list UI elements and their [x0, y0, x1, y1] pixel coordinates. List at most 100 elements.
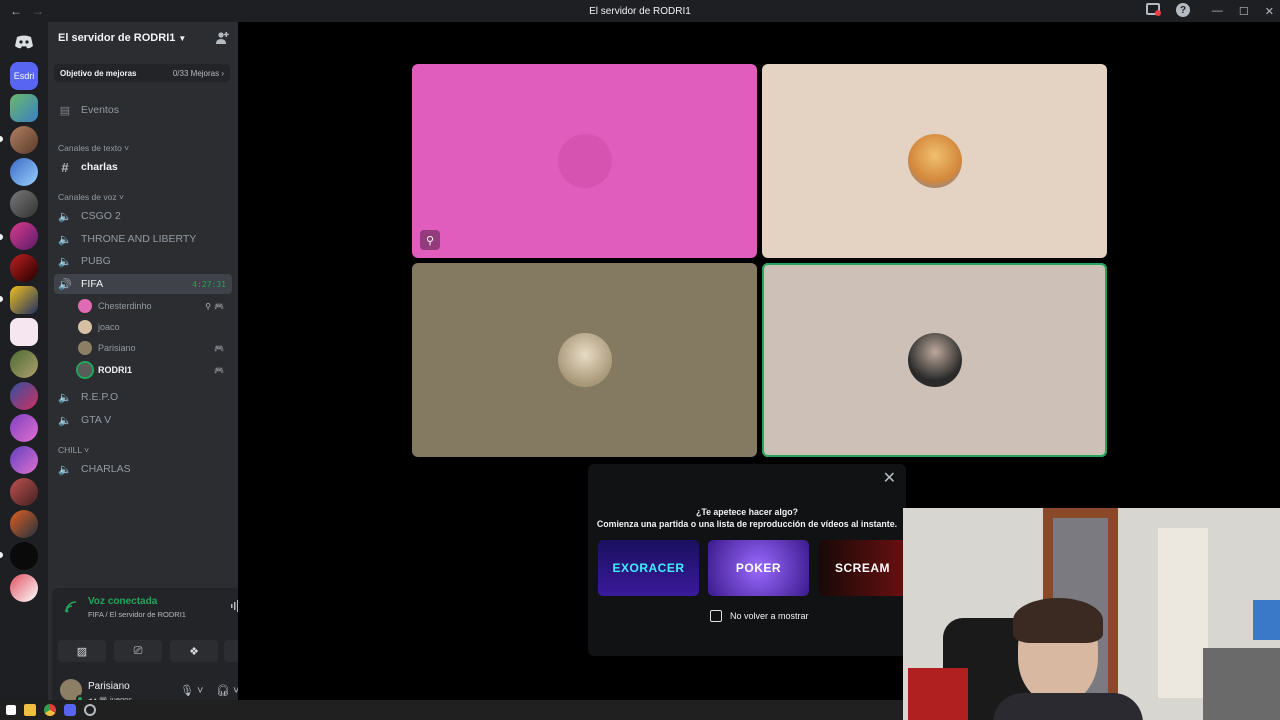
boost-count: 0/33 Mejoras ›: [172, 68, 224, 78]
server-rail: Esdri: [0, 22, 48, 700]
voice-channel-csgo[interactable]: 🔈 CSGO 2: [54, 206, 232, 226]
server-icon[interactable]: [10, 510, 38, 538]
server-icon[interactable]: [10, 158, 38, 186]
voice-channel-repo[interactable]: 🔈 R.E.P.O: [54, 387, 232, 407]
voice-member[interactable]: Chesterdinho ⚲ 🎮: [78, 297, 228, 315]
controller-icon: 🎮: [214, 365, 224, 375]
controller-icon: 🎮: [214, 343, 224, 353]
server-icon[interactable]: [10, 318, 38, 346]
voice-timer: 4:27:31: [192, 279, 226, 289]
server-icon[interactable]: [10, 574, 38, 602]
forward-arrow-icon[interactable]: →: [32, 4, 44, 18]
voice-channel-gta[interactable]: 🔈 GTA V: [54, 410, 232, 430]
unread-pill: [0, 234, 3, 240]
username[interactable]: Parisiano: [88, 681, 130, 692]
dont-show-again[interactable]: No volver a mostrar: [710, 610, 809, 622]
webcam-overlay: [903, 508, 1280, 720]
activities-button[interactable]: ❖: [170, 640, 218, 662]
add-user-icon[interactable]: [215, 31, 229, 45]
monitor: [1253, 600, 1280, 640]
person-body: [993, 693, 1143, 720]
camera-off-icon: ▨: [76, 645, 88, 658]
participant-tile-rodri1[interactable]: [762, 263, 1107, 457]
game-card-scream[interactable]: SCREAM: [819, 540, 906, 596]
camera-off-button[interactable]: ▨: [58, 640, 106, 662]
server-icon[interactable]: [10, 350, 38, 378]
share-screen-button[interactable]: ⎚: [114, 640, 162, 662]
controller-icon: 🎮: [214, 301, 224, 311]
hallway: [1158, 528, 1208, 698]
voice-channel-charlas[interactable]: 🔈 CHARLAS: [54, 459, 232, 479]
participant-tile-chesterdinho[interactable]: ⚲: [412, 64, 757, 258]
discord-taskbar-icon[interactable]: [64, 704, 76, 716]
hash-icon: #: [61, 159, 69, 175]
calendar-icon: ▤: [59, 104, 71, 117]
channel-charlas[interactable]: # charlas: [54, 157, 232, 177]
app-taskbar-icon[interactable]: [84, 704, 96, 716]
avatar: [907, 333, 962, 387]
voice-channel-fifa[interactable]: 🔊 FIFA 4:27:31: [54, 274, 232, 294]
boost-goal-label: Objetivo de mejoras: [60, 68, 137, 78]
activity-suggestion-panel: ✕ ¿Te apetece hacer algo? Comienza una p…: [588, 464, 906, 656]
voice-member[interactable]: Parisiano 🎮: [78, 339, 228, 357]
close-icon[interactable]: ✕: [883, 468, 896, 488]
discord-home-icon[interactable]: [10, 28, 38, 56]
server-icon[interactable]: [10, 478, 38, 506]
minimize-button[interactable]: —: [1212, 5, 1223, 17]
mic-icon[interactable]: 🎙︎ ˅: [180, 684, 203, 697]
signal-icon[interactable]: [64, 600, 78, 614]
category-text-channels[interactable]: Canales de texto ˅: [58, 143, 129, 153]
voice-channel-throne[interactable]: 🔈 THRONE AND LIBERTY: [54, 229, 232, 249]
member-status-icons: 🎮: [214, 344, 224, 353]
share-screen-icon: ⎚: [133, 644, 143, 657]
activity-question: ¿Te apetece hacer algo?: [695, 507, 798, 517]
back-arrow-icon[interactable]: ←: [10, 4, 22, 18]
events-item[interactable]: ▤ Eventos: [54, 100, 232, 120]
file-explorer-icon[interactable]: [24, 704, 36, 716]
activities-icon: ❖: [189, 645, 199, 658]
start-icon[interactable]: [6, 705, 16, 715]
participant-tile-parisiano[interactable]: [412, 263, 757, 457]
server-icon[interactable]: [10, 542, 38, 570]
help-icon[interactable]: ?: [1176, 3, 1190, 17]
voice-status[interactable]: Voz conectada: [88, 596, 157, 607]
server-icon[interactable]: [10, 190, 38, 218]
server-icon[interactable]: [10, 446, 38, 474]
speaker-icon: 🔈: [58, 391, 72, 404]
desk: [1203, 648, 1280, 720]
stream-icon: ⚲: [205, 301, 212, 311]
server-name: El servidor de RODRI1: [58, 32, 176, 44]
boost-goal-bar[interactable]: Objetivo de mejoras 0/33 Mejoras ›: [54, 64, 230, 82]
game-card-exoracer[interactable]: EXORACER: [598, 540, 699, 596]
avatar: [78, 341, 92, 355]
speaker-active-icon: 🔊: [58, 278, 72, 291]
chrome-icon[interactable]: [44, 704, 56, 716]
checkbox[interactable]: [710, 610, 722, 622]
game-card-poker[interactable]: POKER: [708, 540, 809, 596]
server-icon[interactable]: [10, 126, 38, 154]
voice-channel-pubg[interactable]: 🔈 PUBG: [54, 251, 232, 271]
server-icon[interactable]: [10, 382, 38, 410]
maximize-button[interactable]: ☐: [1239, 5, 1249, 18]
server-icon[interactable]: [10, 414, 38, 442]
avatar: [76, 361, 94, 379]
server-icon[interactable]: [10, 222, 38, 250]
window-controls: — ☐ ✕: [1212, 0, 1274, 22]
voice-member[interactable]: joaco: [78, 318, 228, 336]
inbox-monitor-icon[interactable]: [1146, 3, 1161, 16]
server-icon[interactable]: [10, 286, 38, 314]
person-hair: [1013, 598, 1103, 643]
server-icon[interactable]: [10, 254, 38, 282]
activity-description: Comienza una partida o una lista de repr…: [596, 519, 898, 529]
participant-tile-joaco[interactable]: [762, 64, 1107, 258]
speaker-icon: 🔈: [58, 414, 72, 427]
server-name-header[interactable]: El servidor de RODRI1 ▼: [48, 22, 238, 54]
voice-member[interactable]: RODRI1 🎮: [76, 361, 228, 379]
close-window-button[interactable]: ✕: [1265, 5, 1274, 18]
category-voice-channels[interactable]: Canales de voz ˅: [58, 192, 124, 202]
server-icon[interactable]: [10, 94, 38, 122]
category-chill[interactable]: CHILL ˅: [58, 445, 89, 455]
voice-location[interactable]: FIFA / El servidor de RODRI1: [88, 610, 186, 619]
headset-icon[interactable]: 🎧︎ ˅: [216, 684, 239, 697]
server-folder-icon[interactable]: Esdri: [10, 62, 38, 90]
